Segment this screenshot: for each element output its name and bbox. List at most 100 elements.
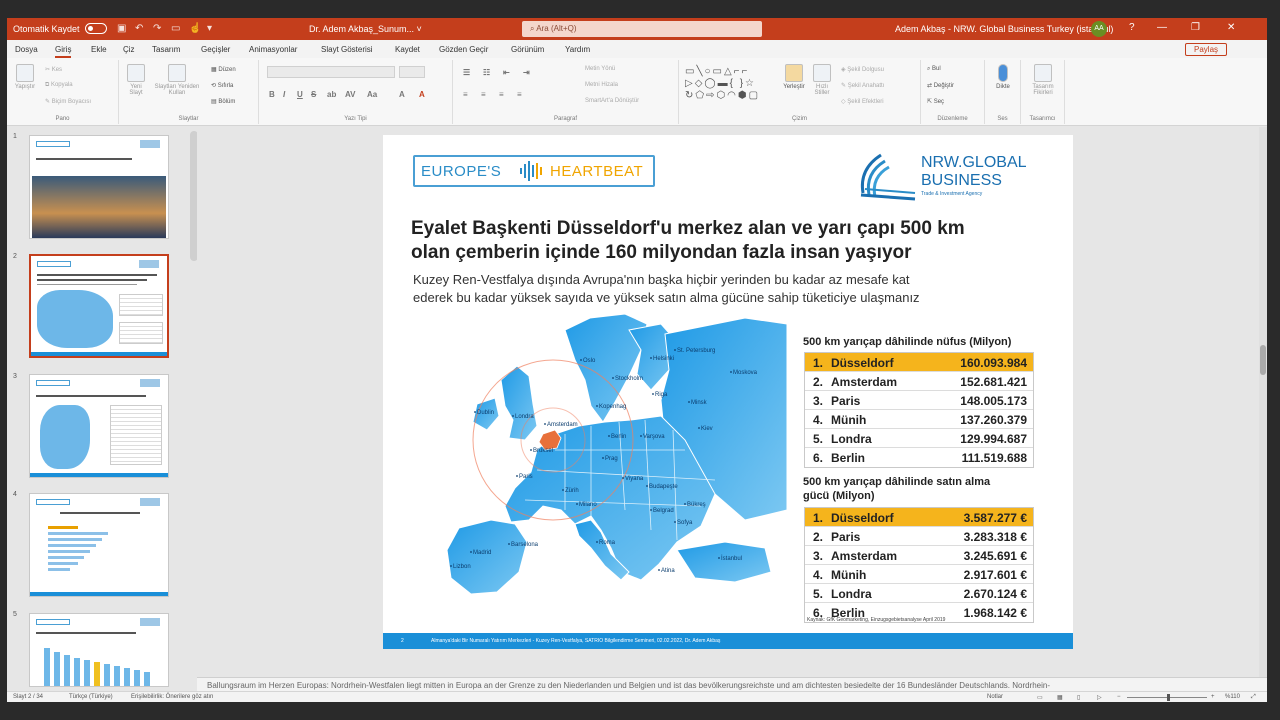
decrease-indent-icon[interactable]: ⇤ [503, 68, 510, 77]
zoom-slider-thumb[interactable] [1167, 694, 1170, 701]
tab-view[interactable]: Görünüm [511, 45, 544, 54]
font-size-select[interactable] [399, 66, 425, 78]
customize-toolbar-icon[interactable]: ▾ [207, 23, 212, 34]
strikethrough-button[interactable]: S [311, 90, 316, 99]
touch-mode-icon[interactable]: ☝ [189, 23, 201, 34]
map-city-dot [474, 411, 476, 413]
notes-toggle[interactable]: Notlar [987, 694, 1003, 700]
replace-button[interactable]: ⇄ Değiştir [927, 82, 954, 89]
shapes-gallery[interactable]: ▭╲○▭△⌐⌐ ▷◇◯▬{ }☆ ↻⬠⇨⬡◠⬢▢ [685, 66, 781, 106]
reading-view-icon[interactable]: ▯ [1077, 694, 1080, 701]
help-icon[interactable]: ? [1129, 22, 1135, 33]
font-family-select[interactable] [267, 66, 395, 78]
justify-icon[interactable]: ≡ [517, 90, 522, 99]
paste-icon [16, 64, 34, 82]
accessibility-checker[interactable]: Erişilebilirlik: Önerilere göz atın [131, 694, 213, 700]
slides-group: Yeni Slayt Slaytları Yeniden Kullan ▦ Dü… [119, 60, 259, 124]
reset-button[interactable]: ⟲ Sıfırla [211, 82, 233, 89]
slideshow-icon[interactable]: ▷ [1097, 694, 1102, 701]
tab-insert[interactable]: Ekle [91, 45, 107, 54]
start-from-beginning-icon[interactable]: ▭ [171, 23, 180, 34]
quick-styles-button[interactable]: Hızlı Stiller [809, 64, 835, 96]
fit-slide-icon[interactable]: ⤢ [1251, 694, 1256, 701]
avatar[interactable]: AA [1091, 21, 1107, 37]
highlight-button[interactable]: A [399, 90, 405, 99]
tab-draw[interactable]: Çiz [123, 45, 135, 54]
design-ideas-button[interactable]: Tasarım Fikirleri [1025, 64, 1061, 96]
tab-file[interactable]: Dosya [15, 45, 38, 54]
minimize-button[interactable]: — [1157, 22, 1167, 33]
population-city: Berlin [831, 451, 866, 465]
shape-effects-button[interactable]: ◇ Şekil Efektleri [841, 98, 884, 105]
user-name[interactable]: Adem Akbaş - NRW. Global Business Turkey… [895, 24, 1113, 34]
smartart-button[interactable]: SmartArt'a Dönüştür [585, 98, 639, 104]
layout-button[interactable]: ▦ Düzen [211, 66, 236, 73]
dictate-button[interactable]: Dikte [989, 64, 1017, 90]
tab-animations[interactable]: Animasyonlar [249, 45, 297, 54]
purchasing-power-rank: 3. [813, 549, 824, 563]
numbering-icon[interactable]: ☷ [483, 68, 490, 77]
arrange-button[interactable]: Yerleştir [781, 64, 807, 90]
voice-group: Dikte Ses [985, 60, 1021, 124]
vertical-scrollbar[interactable] [1259, 127, 1267, 677]
undo-icon[interactable]: ↶ [135, 23, 143, 34]
close-button[interactable]: ✕ [1227, 22, 1235, 33]
reuse-slides-button[interactable]: Slaytları Yeniden Kullan [151, 64, 203, 96]
new-slide-button[interactable]: Yeni Slayt [123, 64, 149, 96]
align-text-button[interactable]: Metni Hizala [585, 82, 618, 88]
format-painter-button[interactable]: ✎ Biçim Boyacısı [45, 98, 91, 105]
search-box[interactable]: ⌕ Ara (Alt+Q) [522, 21, 762, 37]
slide-sorter-icon[interactable]: ▦ [1057, 694, 1063, 701]
tab-slideshow[interactable]: Slayt Gösterisi [321, 45, 373, 54]
slide-thumbnail-1[interactable] [29, 135, 169, 239]
italic-button[interactable]: I [283, 90, 285, 99]
select-button[interactable]: ⇱ Seç [927, 98, 944, 105]
tab-home[interactable]: Giriş [55, 45, 72, 58]
redo-icon[interactable]: ↷ [153, 23, 161, 34]
text-direction-button[interactable]: Metin Yönü [585, 66, 615, 72]
zoom-in-icon[interactable]: + [1211, 694, 1215, 700]
document-title[interactable]: Dr. Adem Akbaş_Sunum... ˅ [309, 24, 422, 34]
increase-indent-icon[interactable]: ⇥ [523, 68, 530, 77]
shadow-button[interactable]: ab [327, 90, 336, 99]
tab-record[interactable]: Kaydet [395, 45, 420, 54]
paste-button[interactable]: Yapıştır [11, 64, 39, 90]
share-button[interactable]: Paylaş [1185, 43, 1228, 56]
restore-button[interactable]: ❐ [1191, 22, 1200, 33]
scrollbar-thumb[interactable] [1260, 345, 1266, 375]
bold-button[interactable]: B [269, 90, 275, 99]
shape-fill-button[interactable]: ◈ Şekil Dolgusu [841, 66, 884, 73]
cut-button[interactable]: ✂ Kes [45, 66, 62, 73]
tab-design[interactable]: Tasarım [152, 45, 180, 54]
align-center-icon[interactable]: ≡ [481, 90, 486, 99]
character-spacing-button[interactable]: AV [345, 90, 356, 99]
speaker-notes[interactable]: Ballungsraum im Herzen Europas: Nordrhei… [197, 677, 1267, 691]
underline-button[interactable]: U [297, 90, 303, 99]
normal-view-icon[interactable]: ▭ [1037, 694, 1043, 701]
tab-transitions[interactable]: Geçişler [201, 45, 230, 54]
tab-help[interactable]: Yardım [565, 45, 590, 54]
tab-review[interactable]: Gözden Geçir [439, 45, 488, 54]
bullets-icon[interactable]: ☰ [463, 68, 470, 77]
slide-thumbnail-4[interactable] [29, 493, 169, 597]
slide-canvas[interactable]: EUROPE'S HEARTBEAT NRW.GLOBAL BUSINESS T… [383, 135, 1073, 649]
zoom-out-icon[interactable]: − [1117, 694, 1121, 700]
thumb-logo [140, 498, 160, 506]
save-icon[interactable]: ▣ [117, 23, 126, 34]
font-color-button[interactable]: A [419, 90, 425, 99]
align-right-icon[interactable]: ≡ [499, 90, 504, 99]
shape-outline-button[interactable]: ✎ Şekil Anahattı [841, 82, 884, 89]
copy-button[interactable]: ⧉ Kopyala [45, 82, 73, 89]
section-button[interactable]: ▤ Bölüm [211, 98, 235, 105]
slide-thumbnail-5[interactable] [29, 613, 169, 687]
language-indicator[interactable]: Türkçe (Türkiye) [69, 694, 113, 700]
map-city-dot [698, 427, 700, 429]
slide-thumbnail-2[interactable] [29, 254, 169, 358]
autosave-toggle[interactable] [85, 23, 107, 34]
slide-thumbnail-3[interactable] [29, 374, 169, 478]
align-left-icon[interactable]: ≡ [463, 90, 468, 99]
zoom-level[interactable]: %110 [1225, 694, 1240, 700]
find-button[interactable]: ⌕ Bul [927, 66, 941, 73]
change-case-button[interactable]: Aa [367, 90, 377, 99]
title-bar: Otomatik Kaydet ▣ ↶ ↷ ▭ ☝ ▾ Dr. Adem Akb… [7, 18, 1267, 40]
